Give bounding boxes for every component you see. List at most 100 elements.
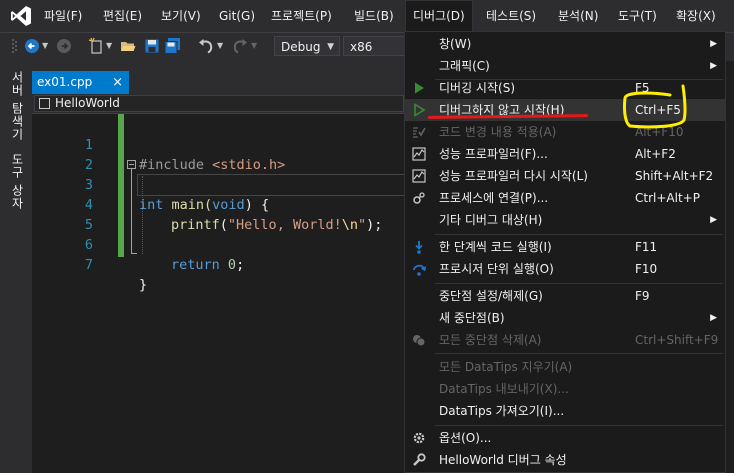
number-literal: 0 — [227, 257, 237, 273]
menu-item-label: 성능 프로파일러(F)... — [439, 147, 548, 161]
menu-item-delete-all-breakpoints[interactable]: 모든 중단점 삭제(A) Ctrl+Shift+F9 — [405, 329, 725, 351]
menu-separator — [435, 425, 723, 426]
submenu-arrow-icon: ▶ — [710, 313, 717, 323]
undo-dropdown-chevron-icon[interactable]: ▼ — [217, 37, 223, 55]
menu-item-shortcut: Ctrl+F5 — [635, 103, 681, 117]
play-outline-icon — [414, 103, 426, 117]
menu-item-label: 창(W) — [439, 37, 472, 51]
apply-changes-icon — [413, 127, 426, 138]
debug-menu-dropdown: 창(W) ▶ 그래픽(C) ▶ 디버깅 시작(S) F5 디버그하지 않고 시작… — [404, 31, 726, 473]
menu-item-clear-datatips[interactable]: 모든 DataTips 지우기(A) — [405, 356, 725, 378]
menu-item-shortcut: Shift+Alt+F2 — [635, 169, 714, 183]
menu-item-label: DataTips 내보내기(X)... — [439, 382, 569, 396]
server-explorer-tab[interactable]: 서버 탐색기 — [9, 71, 26, 141]
gear-icon — [413, 432, 425, 444]
menu-tools[interactable]: 도구(T) — [618, 0, 657, 32]
menu-item-label: 새 중단점(B) — [439, 311, 505, 325]
menu-item-start-debugging[interactable]: 디버깅 시작(S) F5 — [405, 77, 725, 99]
menu-item-label: 기타 디버그 대상(H) — [439, 213, 543, 227]
menu-edit[interactable]: 편집(E) — [103, 0, 142, 32]
menu-item-graphics[interactable]: 그래픽(C) ▶ — [405, 55, 725, 77]
document-tab-well: ex01.cpp × — [32, 61, 412, 94]
menu-item-label: DataTips 가져오기(I)... — [439, 404, 565, 418]
undo-icon[interactable] — [198, 37, 214, 55]
menu-item-label: 성능 프로파일러 다시 시작(L) — [439, 169, 588, 183]
toolbar-grip-icon — [12, 39, 17, 53]
menu-item-windows[interactable]: 창(W) ▶ — [405, 33, 725, 55]
solution-configuration-select[interactable]: Debug ▼ — [274, 36, 340, 56]
open-folder-icon[interactable] — [120, 37, 136, 55]
menu-item-import-datatips[interactable]: DataTips 가져오기(I)... — [405, 400, 725, 422]
navigate-forward-icon[interactable] — [56, 37, 72, 55]
menu-test[interactable]: 테스트(S) — [486, 0, 536, 32]
redo-dropdown-chevron-icon[interactable]: ▼ — [251, 37, 257, 55]
menu-item-shortcut: F11 — [635, 240, 658, 254]
menu-git[interactable]: Git(G) — [219, 0, 255, 32]
menu-item-other-debug-targets[interactable]: 기타 디버그 대상(H) ▶ — [405, 209, 725, 231]
attach-process-icon — [413, 192, 425, 204]
new-dropdown-chevron-icon[interactable]: ▼ — [106, 37, 112, 55]
solution-platform-select[interactable]: x86 — [343, 36, 413, 56]
delete-breakpoints-icon — [413, 335, 426, 347]
menu-item-shortcut: Alt+F10 — [635, 125, 684, 139]
code-line-4: 4 printf("Hello, World!\n"); — [32, 175, 412, 233]
project-scope-value: HelloWorld — [55, 96, 120, 110]
menu-item-step-into[interactable]: 한 단계씩 코드 실행(I) F11 — [405, 236, 725, 258]
menu-item-toggle-breakpoint[interactable]: 중단점 설정/해제(G) F9 — [405, 285, 725, 307]
menu-item-shortcut: Ctrl+Alt+P — [635, 191, 700, 205]
menu-item-attach-to-process[interactable]: 프로세스에 연결(P)... Ctrl+Alt+P — [405, 187, 725, 209]
toolbox-tab[interactable]: 도구 상자 — [9, 153, 26, 210]
back-dropdown-chevron-icon[interactable]: ▼ — [42, 37, 48, 55]
menu-item-debug-properties[interactable]: HelloWorld 디버그 속성 — [405, 449, 725, 471]
project-icon — [39, 98, 50, 109]
save-icon[interactable] — [144, 37, 160, 55]
step-into-icon — [415, 241, 423, 254]
menu-separator — [435, 353, 723, 354]
redo-icon[interactable] — [232, 37, 248, 55]
menu-item-export-datatips[interactable]: DataTips 내보내기(X)... — [405, 378, 725, 400]
code-line-3: 3 int main(void) { — [32, 155, 412, 213]
save-all-icon[interactable] — [164, 37, 182, 55]
menu-bar: 파일(F) 편집(E) 보기(V) Git(G) 프로젝트(P) 빌드(B) 디… — [0, 0, 734, 32]
menu-file[interactable]: 파일(F) — [44, 0, 82, 32]
menu-item-step-over[interactable]: 프로시저 단위 실행(O) F10 — [405, 258, 725, 280]
profiler-relaunch-icon — [412, 169, 426, 183]
menu-project[interactable]: 프로젝트(P) — [271, 0, 332, 32]
menu-item-label: 코드 변경 내용 적용(A) — [439, 125, 557, 139]
menu-item-label: 프로시저 단위 실행(O) — [439, 262, 554, 276]
wrench-icon — [413, 453, 426, 466]
menu-build[interactable]: 빌드(B) — [354, 0, 394, 32]
menu-item-label: 프로세스에 연결(P)... — [439, 191, 549, 205]
menu-item-shortcut: Ctrl+Shift+F9 — [635, 333, 719, 347]
menu-item-apply-code-changes[interactable]: 코드 변경 내용 적용(A) Alt+F10 — [405, 121, 725, 143]
menu-item-label: 중단점 설정/해제(G) — [439, 289, 543, 303]
code-editor[interactable]: 1 #include <stdio.h> 2 3 int main(void) … — [32, 114, 412, 473]
project-scope-select[interactable]: HelloWorld — [34, 95, 404, 112]
code-line-2: 2 — [32, 135, 412, 173]
menu-view[interactable]: 보기(V) — [161, 0, 201, 32]
submenu-arrow-icon: ▶ — [710, 215, 717, 225]
menu-item-shortcut: F9 — [635, 289, 650, 303]
tab-ex01-cpp[interactable]: ex01.cpp × — [32, 71, 129, 94]
menu-item-options[interactable]: 옵션(O)... — [405, 427, 725, 449]
line-number: 7 — [84, 257, 93, 273]
menu-debug[interactable]: 디버그(D) — [405, 0, 473, 32]
close-icon[interactable]: × — [112, 71, 123, 94]
menu-item-label: 디버깅 시작(S) — [439, 81, 515, 95]
menu-item-new-breakpoint[interactable]: 새 중단점(B) ▶ — [405, 307, 725, 329]
visual-studio-logo-icon — [11, 6, 31, 26]
navigate-back-icon[interactable] — [24, 37, 40, 55]
profiler-icon — [412, 147, 426, 161]
solution-configuration-value: Debug — [281, 40, 321, 54]
navigation-bar: HelloWorld — [32, 94, 412, 114]
side-tool-strip: 서버 탐색기 도구 상자 — [0, 61, 32, 473]
play-icon — [415, 82, 424, 94]
new-project-icon[interactable] — [88, 37, 104, 55]
menu-item-performance-profiler[interactable]: 성능 프로파일러(F)... Alt+F2 — [405, 143, 725, 165]
code-line-6: 6 return 0; — [32, 215, 412, 273]
menu-extensions[interactable]: 확장(X) — [676, 0, 716, 32]
menu-item-relaunch-profiler[interactable]: 성능 프로파일러 다시 시작(L) Shift+Alt+F2 — [405, 165, 725, 187]
menu-analyze[interactable]: 분석(N) — [558, 0, 598, 32]
tab-label: ex01.cpp — [37, 75, 93, 89]
step-over-icon — [413, 264, 426, 276]
